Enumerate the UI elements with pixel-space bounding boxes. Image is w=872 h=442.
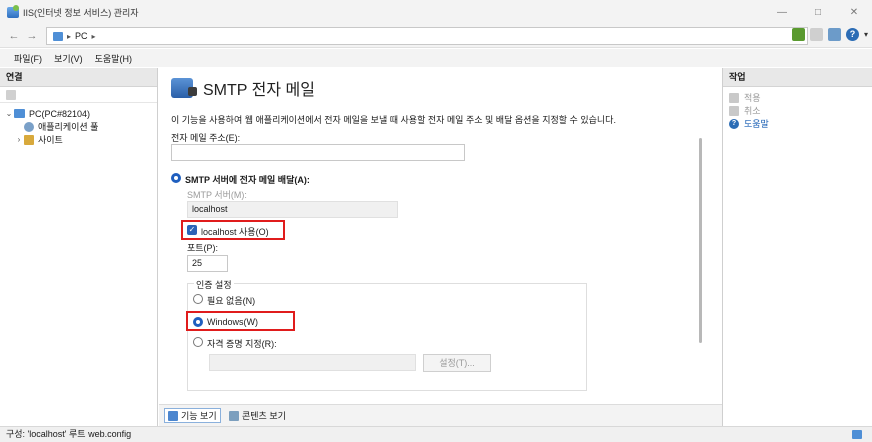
server-status-icon xyxy=(852,430,862,439)
forward-button[interactable]: → xyxy=(24,29,40,43)
iis-app-icon xyxy=(7,4,19,18)
feature-description: 이 기능을 사용하여 웹 애플리케이션에서 전자 메일을 보낼 때 사용할 전자… xyxy=(171,115,616,125)
menu-bar: 파일(F) 보기(V) 도움말(H) xyxy=(0,49,872,67)
cancel-icon xyxy=(729,105,739,116)
action-help[interactable]: ? 도움말 xyxy=(723,117,872,130)
help-icon[interactable]: ? xyxy=(845,28,859,41)
auth-credentials-label: 자격 증명 지정(R): xyxy=(207,339,277,349)
connections-tree: ⌄ PC(PC#82104) 애플리케이션 풀 › 사이트 xyxy=(0,103,157,146)
actions-header: 작업 xyxy=(723,68,872,87)
action-label: 적용 xyxy=(744,93,761,103)
action-cancel[interactable]: 취소 xyxy=(723,104,872,117)
apply-icon xyxy=(729,92,739,103)
tree-item-server[interactable]: ⌄ PC(PC#82104) xyxy=(0,107,157,120)
auth-none-label: 필요 없음(N) xyxy=(207,296,256,306)
breadcrumb-pc[interactable]: PC xyxy=(75,31,88,41)
connect-icon[interactable] xyxy=(6,89,16,100)
highlight-box xyxy=(181,220,285,240)
maximize-button[interactable]: □ xyxy=(800,0,836,24)
tab-features-view[interactable]: 기능 보기 xyxy=(164,408,221,423)
window-controls: — □ ✕ xyxy=(764,0,872,24)
title-bar: IIS(인터넷 정보 서비스) 관리자 — □ ✕ xyxy=(0,0,872,24)
email-label: 전자 메일 주소(E): xyxy=(171,133,241,143)
view-tabs: 기능 보기 콘텐츠 보기 xyxy=(159,404,722,426)
feature-header: SMTP 전자 메일 xyxy=(171,76,315,100)
expand-icon[interactable]: ⌄ xyxy=(4,109,14,118)
help-icon: ? xyxy=(729,118,739,129)
tab-label: 콘텐츠 보기 xyxy=(242,411,286,421)
connections-header: 연결 xyxy=(0,68,157,87)
sites-icon xyxy=(24,134,34,145)
refresh-icon[interactable] xyxy=(791,28,805,41)
tab-label: 기능 보기 xyxy=(181,411,217,421)
breadcrumb-separator-icon: ▸ xyxy=(91,31,96,41)
close-button[interactable]: ✕ xyxy=(836,0,872,24)
actions-list: 적용 취소 ? 도움말 xyxy=(723,87,872,130)
smtp-server-label: SMTP 서버(M): xyxy=(187,190,247,200)
page-title: SMTP 전자 메일 xyxy=(203,82,315,99)
app-pool-icon xyxy=(24,121,34,132)
auth-none-radio[interactable] xyxy=(193,294,203,304)
connections-toolbar xyxy=(0,87,157,103)
status-bar: 구성: 'localhost' 루트 web.config xyxy=(0,426,872,442)
highlight-box xyxy=(186,311,295,331)
tree-item-label: 사이트 xyxy=(38,135,63,145)
auth-credentials-radio[interactable] xyxy=(193,337,203,347)
home-icon[interactable] xyxy=(827,28,841,41)
menu-file[interactable]: 파일(F) xyxy=(12,52,44,65)
smtp-delivery-radio[interactable] xyxy=(171,173,181,183)
vertical-scrollbar[interactable] xyxy=(699,138,702,343)
window-title: IIS(인터넷 정보 서비스) 관리자 xyxy=(23,7,139,18)
port-field[interactable]: 25 xyxy=(187,255,228,272)
actions-panel: 작업 적용 취소 ? 도움말 xyxy=(722,68,872,426)
action-label: 도움말 xyxy=(744,119,769,129)
stop-icon[interactable] xyxy=(809,28,823,41)
features-view-icon xyxy=(168,410,178,421)
minimize-button[interactable]: — xyxy=(764,0,800,24)
tree-item-label: PC(PC#82104) xyxy=(29,108,91,119)
server-icon xyxy=(14,109,25,118)
tree-item-label: 애플리케이션 풀 xyxy=(38,122,99,132)
menu-view[interactable]: 보기(V) xyxy=(52,52,85,65)
expand-icon[interactable]: › xyxy=(14,135,24,144)
credentials-field[interactable] xyxy=(209,354,416,371)
help-dropdown-icon[interactable]: ▾ xyxy=(864,30,868,39)
tab-content-view[interactable]: 콘텐츠 보기 xyxy=(226,408,289,423)
smtp-delivery-label: SMTP 서버에 전자 메일 배달(A): xyxy=(185,175,310,185)
action-label: 취소 xyxy=(744,106,761,116)
tree-item-sites[interactable]: › 사이트 xyxy=(0,133,157,146)
settings-button[interactable]: 설정(T)... xyxy=(423,354,491,372)
content-view-icon xyxy=(229,410,239,421)
breadcrumb-separator-icon: ▸ xyxy=(67,31,72,41)
connections-panel: 연결 ⌄ PC(PC#82104) 애플리케이션 풀 › 사이트 xyxy=(0,68,158,426)
feature-panel: SMTP 전자 메일 이 기능을 사용하여 웹 애플리케이션에서 전자 메일을 … xyxy=(159,68,722,426)
port-label: 포트(P): xyxy=(187,243,219,253)
smtp-email-icon xyxy=(171,78,197,98)
action-apply[interactable]: 적용 xyxy=(723,91,872,104)
address-tools: ? ▾ xyxy=(791,28,868,41)
address-bar: ← → ▸ PC ▸ ? ▾ xyxy=(0,24,872,48)
email-field[interactable] xyxy=(171,144,465,161)
status-text: 구성: 'localhost' 루트 web.config xyxy=(6,429,132,439)
menu-help[interactable]: 도움말(H) xyxy=(93,52,134,65)
back-button[interactable]: ← xyxy=(6,29,22,43)
address-box[interactable]: ▸ PC ▸ xyxy=(46,27,808,45)
server-icon xyxy=(53,31,63,41)
auth-group-label: 인증 설정 xyxy=(194,278,234,291)
smtp-server-field[interactable]: localhost xyxy=(187,201,398,218)
tree-item-app-pools[interactable]: 애플리케이션 풀 xyxy=(0,120,157,133)
